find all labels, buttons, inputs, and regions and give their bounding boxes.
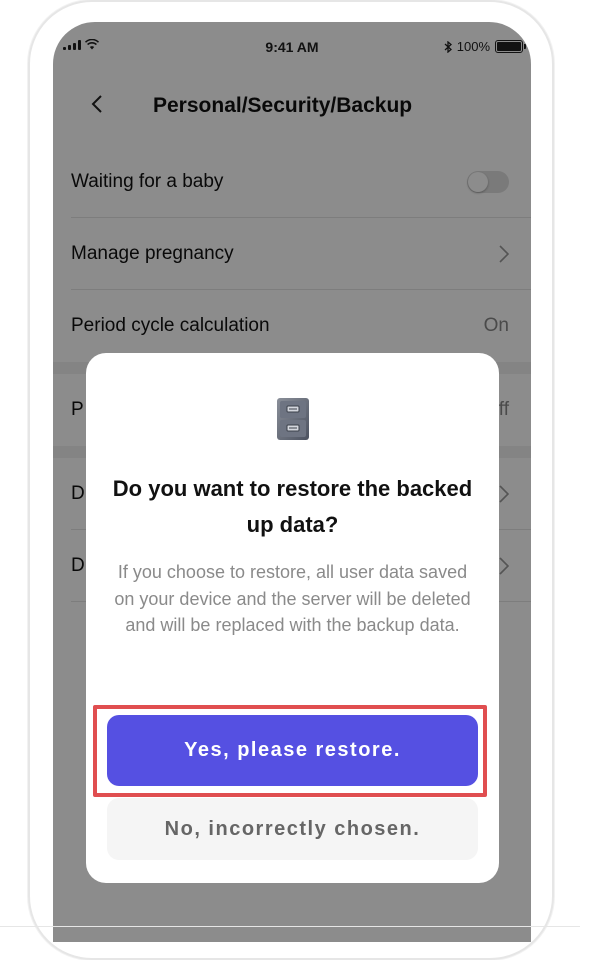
bottom-divider <box>0 926 580 927</box>
dialog-title: Do you want to restore the backed up dat… <box>112 476 473 537</box>
file-cabinet-icon <box>276 398 309 440</box>
screen: 9:41 AM 100% Personal/Security/Backup Wa… <box>53 22 531 942</box>
dialog-message: If you choose to restore, all user data … <box>114 562 471 635</box>
restore-dialog: Do you want to restore the backed up dat… <box>86 353 499 883</box>
restore-cancel-button[interactable]: No, incorrectly chosen. <box>107 798 478 860</box>
restore-confirm-button[interactable]: Yes, please restore. <box>107 715 478 786</box>
